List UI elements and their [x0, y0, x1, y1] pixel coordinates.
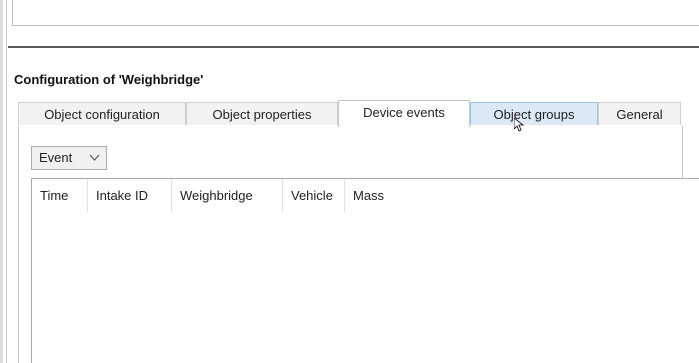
column-header-mass[interactable]: Mass [345, 179, 405, 213]
tab-general[interactable]: General [598, 102, 681, 125]
panel-splitter[interactable] [8, 46, 699, 48]
window-left-edge [0, 0, 3, 363]
page-title: Configuration of 'Weighbridge' [14, 72, 204, 87]
column-header-intake-id[interactable]: Intake ID [88, 179, 172, 213]
column-header-vehicle[interactable]: Vehicle [283, 179, 345, 213]
upper-panel [12, 0, 699, 26]
tab-object-configuration[interactable]: Object configuration [18, 102, 186, 125]
tab-strip: Object configuration Object properties D… [18, 100, 699, 127]
window-left-divider [6, 0, 7, 363]
tab-object-properties[interactable]: Object properties [186, 102, 338, 125]
chevron-down-icon [89, 147, 100, 177]
device-events-table[interactable]: Time Intake ID Weighbridge Vehicle Mass [31, 178, 699, 363]
event-filter-value: Event [39, 150, 73, 165]
column-header-weighbridge[interactable]: Weighbridge [172, 179, 283, 213]
event-filter-dropdown[interactable]: Event [31, 146, 107, 170]
mouse-pointer-icon [514, 118, 524, 132]
tab-device-events[interactable]: Device events [338, 100, 470, 127]
tab-object-groups[interactable]: Object groups [470, 102, 598, 125]
column-header-time[interactable]: Time [32, 179, 88, 213]
